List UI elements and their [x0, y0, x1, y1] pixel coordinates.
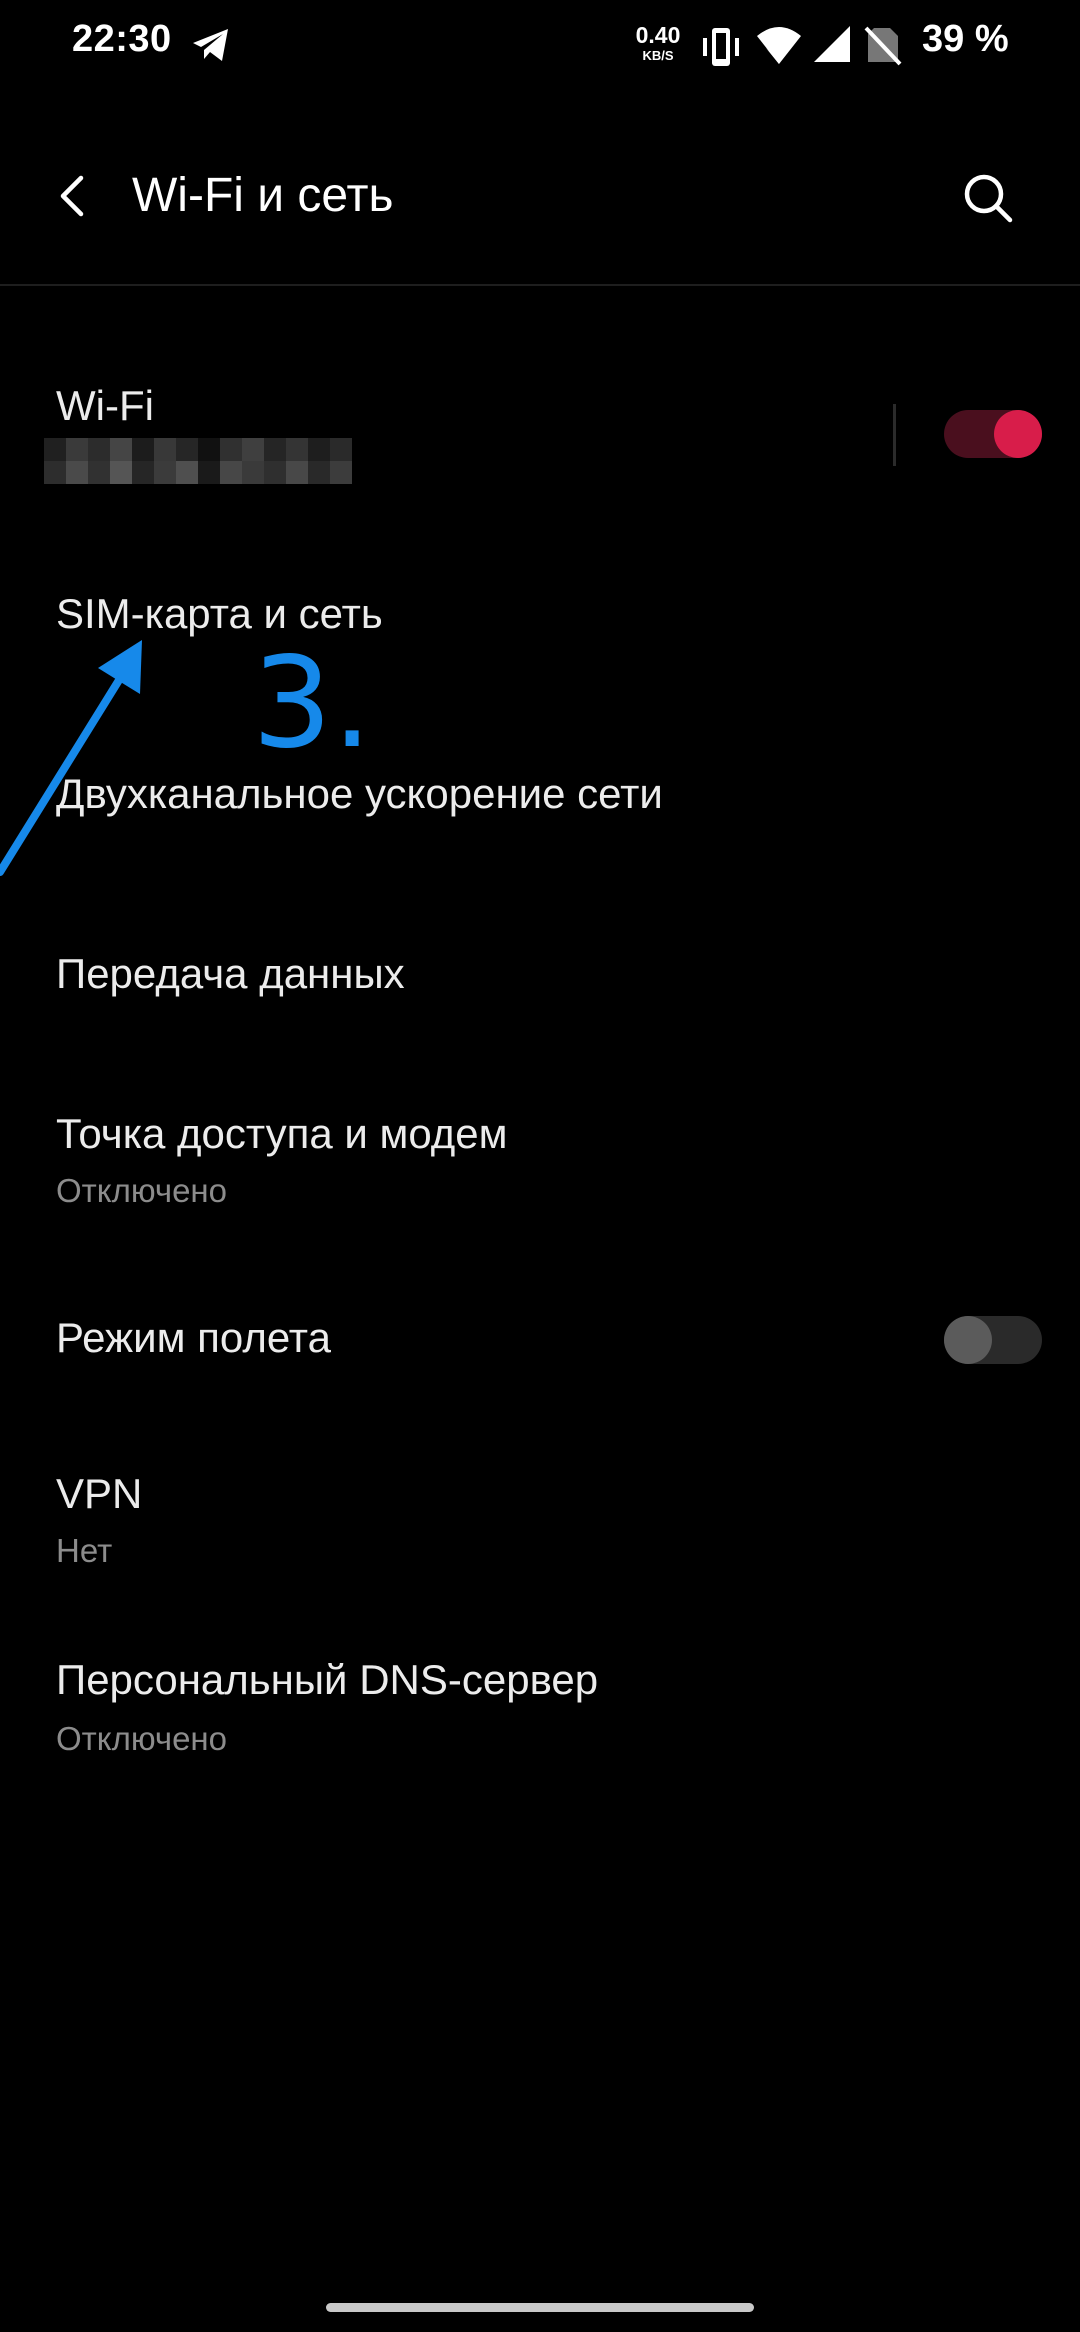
annotation-step-number: 3. — [252, 629, 373, 776]
page-title: Wi-Fi и сеть — [132, 169, 394, 222]
setting-wifi-title: Wi-Fi — [56, 382, 154, 429]
cell-signal-icon — [814, 26, 850, 62]
home-indicator[interactable] — [326, 2303, 754, 2312]
setting-private-dns-title: Персональный DNS-сервер — [56, 1656, 599, 1703]
battery-level: 39 % — [922, 18, 1009, 60]
app-bar: Wi-Fi и сеть — [0, 150, 1080, 246]
wifi-network-name-pixelated — [44, 438, 352, 484]
vibrate-icon — [703, 28, 739, 66]
setting-airplane-mode-title: Режим полета — [56, 1314, 331, 1361]
chevron-left-icon — [60, 175, 84, 217]
status-time: 22:30 — [72, 18, 172, 60]
wifi-toggle[interactable] — [944, 410, 1042, 458]
setting-dual-channel-acceleration[interactable]: Двухканальное ускорение сети — [0, 740, 1080, 860]
search-button[interactable] — [952, 162, 1024, 234]
setting-vpn[interactable]: VPN Нет — [0, 1440, 1080, 1600]
search-icon — [964, 174, 1013, 223]
app-bar-divider — [0, 284, 1080, 286]
setting-data-usage-title: Передача данных — [56, 950, 405, 997]
setting-hotspot-and-tethering[interactable]: Точка доступа и модем Отключено — [0, 1080, 1080, 1240]
setting-private-dns[interactable]: Персональный DNS-сервер Отключено — [0, 1626, 1080, 1786]
setting-vpn-status: Нет — [56, 1532, 113, 1569]
setting-sim-and-network[interactable]: SIM-карта и сеть — [0, 560, 1080, 680]
network-speed: 0.40 KB/S — [632, 22, 684, 63]
setting-dual-channel-acceleration-title: Двухканальное ускорение сети — [56, 770, 663, 817]
setting-wifi[interactable]: Wi-Fi — [0, 360, 1080, 510]
airplane-mode-toggle-thumb — [944, 1316, 992, 1364]
network-speed-value: 0.40 — [635, 22, 681, 48]
wifi-signal-icon — [757, 27, 801, 64]
setting-airplane-mode[interactable]: Режим полета — [0, 1280, 1080, 1400]
back-button[interactable] — [40, 164, 104, 228]
no-sim-icon — [864, 26, 902, 66]
setting-hotspot-and-tethering-title: Точка доступа и модем — [56, 1110, 508, 1157]
status-bar: 22:30 0.40 KB/S 39 % — [0, 0, 1080, 96]
setting-data-usage[interactable]: Передача данных — [0, 920, 1080, 1040]
network-speed-unit: KB/S — [642, 48, 674, 63]
setting-private-dns-status: Отключено — [56, 1720, 227, 1757]
telegram-icon — [193, 29, 228, 61]
setting-vpn-title: VPN — [56, 1470, 143, 1517]
wifi-toggle-separator — [893, 404, 896, 466]
airplane-mode-toggle[interactable] — [944, 1316, 1042, 1364]
setting-hotspot-and-tethering-status: Отключено — [56, 1172, 227, 1209]
wifi-toggle-thumb — [994, 410, 1042, 458]
